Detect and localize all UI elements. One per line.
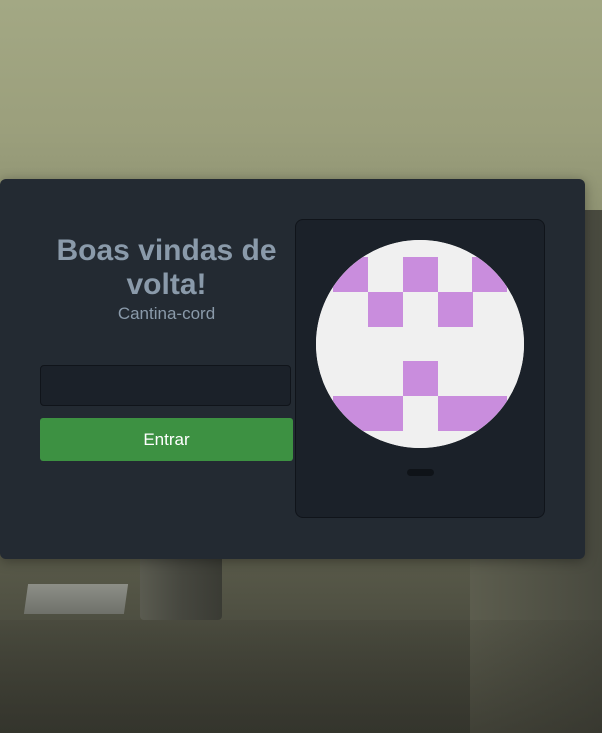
login-form: Boas vindas de volta! Cantina-cord Entra… [40, 234, 293, 461]
status-indicator [407, 469, 434, 476]
login-card: Boas vindas de volta! Cantina-cord Entra… [0, 179, 585, 559]
username-input[interactable] [40, 365, 291, 406]
identicon-avatar [316, 240, 524, 448]
identicon-icon [316, 240, 524, 448]
app-name: Cantina-cord [117, 304, 216, 323]
welcome-title: Boas vindas de volta! [56, 234, 277, 301]
background-ground [0, 620, 602, 733]
avatar-panel [295, 219, 545, 518]
login-button[interactable]: Entrar [40, 418, 293, 461]
background-block [23, 584, 129, 614]
